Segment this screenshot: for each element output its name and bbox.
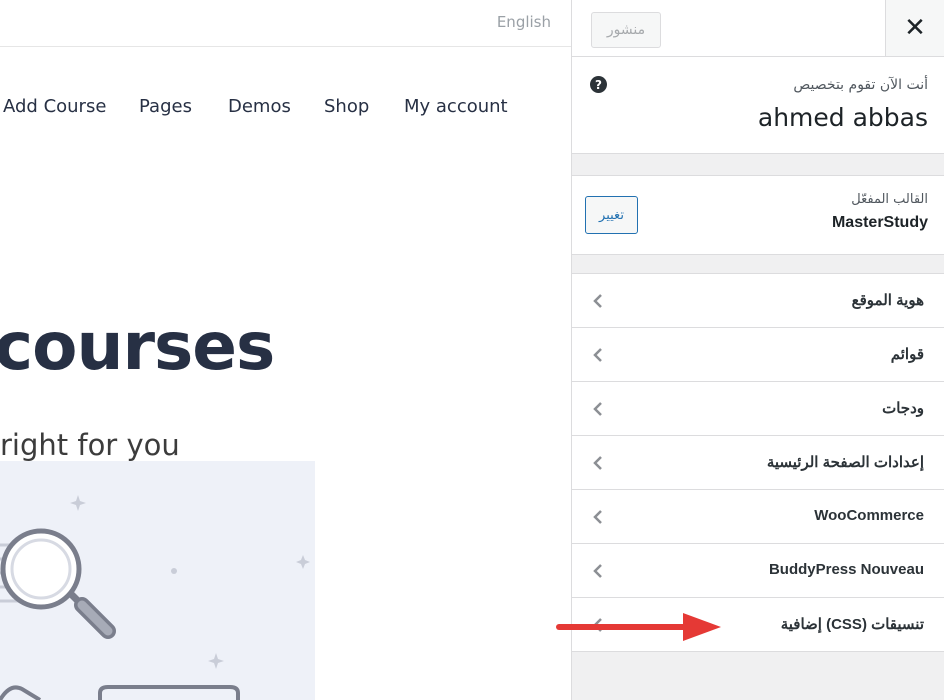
theme-name: MasterStudy bbox=[831, 214, 928, 231]
site-name: ahmed abbas bbox=[757, 103, 928, 132]
customizer-info: ? أنت الآن تقوم بتخصيص ahmed abbas bbox=[572, 57, 944, 154]
chevron-left-icon bbox=[593, 402, 602, 416]
hero-subtitle: right for you bbox=[0, 428, 180, 462]
section-label: إعدادات الصفحة الرئيسية bbox=[766, 454, 924, 471]
section-label: تنسيقات (CSS) إضافية bbox=[780, 616, 924, 633]
nav-item-my-account[interactable]: My account bbox=[404, 96, 508, 117]
section-label: ودجات bbox=[882, 400, 924, 417]
question-circle-icon[interactable]: ? bbox=[590, 76, 607, 93]
customizer-header: منشور ✕ bbox=[572, 0, 944, 57]
section-label: قوائم bbox=[890, 346, 924, 363]
section-menus[interactable]: قوائم bbox=[572, 328, 944, 382]
active-theme-label: القالب المفعّل bbox=[851, 192, 928, 207]
hero-title: courses bbox=[0, 308, 275, 385]
section-widgets[interactable]: ودجات bbox=[572, 382, 944, 436]
section-homepage-settings[interactable]: إعدادات الصفحة الرئيسية bbox=[572, 436, 944, 490]
annotation-arrow-icon bbox=[556, 613, 721, 641]
nav-item-add-course[interactable]: Add Course bbox=[3, 96, 106, 117]
chevron-left-icon bbox=[593, 348, 602, 362]
publish-button[interactable]: منشور bbox=[591, 12, 661, 48]
section-site-identity[interactable]: هوية الموقع bbox=[572, 274, 944, 328]
site-preview: English Add Course Pages Demos Shop My a… bbox=[0, 0, 571, 700]
customizing-label: أنت الآن تقوم بتخصيص bbox=[793, 77, 928, 93]
active-theme-section: القالب المفعّل MasterStudy تغيير bbox=[572, 175, 944, 255]
nav-item-pages[interactable]: Pages bbox=[139, 96, 192, 117]
hero-illustration bbox=[0, 461, 315, 700]
section-label: هوية الموقع bbox=[851, 292, 924, 309]
nav-item-shop[interactable]: Shop bbox=[324, 96, 369, 117]
change-theme-button[interactable]: تغيير bbox=[585, 196, 638, 234]
section-woocommerce[interactable]: WooCommerce bbox=[572, 490, 944, 544]
search-illustration-icon bbox=[0, 495, 310, 700]
close-icon[interactable]: ✕ bbox=[885, 0, 944, 56]
customizer-panel: منشور ✕ ? أنت الآن تقوم بتخصيص ahmed abb… bbox=[571, 0, 944, 700]
preview-topbar: English bbox=[0, 0, 571, 47]
chevron-left-icon bbox=[593, 294, 602, 308]
section-buddypress-nouveau[interactable]: BuddyPress Nouveau bbox=[572, 544, 944, 598]
language-switcher[interactable]: English bbox=[497, 13, 551, 31]
section-label: WooCommerce bbox=[814, 507, 924, 524]
customizer-sections: هوية الموقع قوائم ودجات إعدادات الصفحة ا… bbox=[572, 273, 944, 652]
chevron-left-icon bbox=[593, 456, 602, 470]
nav-item-demos[interactable]: Demos bbox=[228, 96, 291, 117]
chevron-left-icon bbox=[593, 564, 602, 578]
section-label: BuddyPress Nouveau bbox=[768, 561, 924, 578]
chevron-left-icon bbox=[593, 510, 602, 524]
